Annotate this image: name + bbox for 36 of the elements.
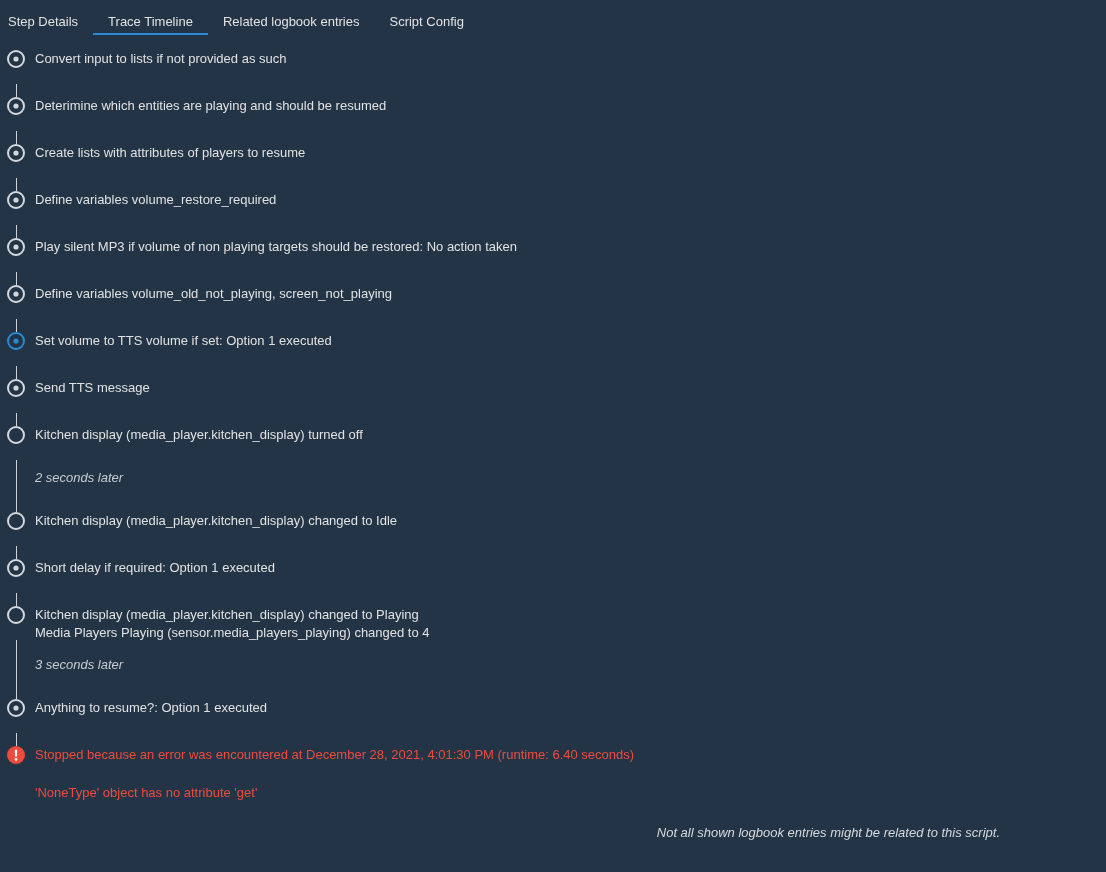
step-label[interactable]: Play silent MP3 if volume of non playing targets should be restored: No action taken bbox=[35, 238, 517, 256]
timeline-line bbox=[15, 733, 17, 746]
event-label: Kitchen display (media_player.kitchen_display) changed to Idle bbox=[35, 512, 398, 530]
step-label[interactable]: Define variables volume_old_not_playing, screen_not_playing bbox=[35, 285, 392, 303]
tab[interactable]: Related logbook entries bbox=[207, 9, 375, 35]
timeline-line bbox=[15, 366, 17, 379]
timeline-line bbox=[15, 178, 17, 191]
timeline-line bbox=[15, 319, 17, 332]
tab[interactable]: Script Config bbox=[374, 9, 479, 35]
step-label[interactable]: Deterimine which entities are playing and should be resumed bbox=[35, 97, 387, 115]
timeline-line bbox=[15, 272, 17, 285]
timeline-line bbox=[15, 84, 17, 97]
step-label[interactable]: Define variables volume_restore_required bbox=[35, 191, 277, 209]
error-detail: 'NoneType' object has no attribute 'get' bbox=[35, 784, 258, 802]
step-label[interactable]: Convert input to lists if not provided as such bbox=[35, 50, 287, 68]
time-gap-label: 2 seconds later bbox=[35, 469, 124, 487]
event-label: Media Players Playing (sensor.media_players_playing) changed to 4 bbox=[35, 624, 430, 642]
tab[interactable]: Step Details bbox=[0, 9, 94, 35]
tab[interactable]: Trace Timeline bbox=[93, 9, 208, 35]
timeline-line bbox=[15, 593, 17, 606]
step-label[interactable]: Short delay if required: Option 1 executed bbox=[35, 559, 275, 577]
timeline-line bbox=[15, 413, 17, 426]
logbook-note: Not all shown logbook entries might be related to this script. bbox=[656, 824, 1000, 842]
step-label[interactable]: Anything to resume?: Option 1 executed bbox=[35, 699, 267, 717]
timeline-line bbox=[15, 546, 17, 559]
timeline-line bbox=[15, 460, 17, 512]
event-label: Kitchen display (media_player.kitchen_display) changed to Playing bbox=[35, 606, 420, 624]
step-label[interactable]: Create lists with attributes of players to resume bbox=[35, 144, 306, 162]
error-message: Stopped because an error was encountered at December 28, 2021, 4:01:30 PM (runtime: 6.40 seconds) bbox=[35, 746, 635, 764]
timeline-line bbox=[15, 225, 17, 238]
timeline-line bbox=[15, 640, 17, 699]
step-label[interactable]: Send TTS message bbox=[35, 379, 150, 397]
step-label[interactable]: Set volume to TTS volume if set: Option 1 executed bbox=[35, 332, 332, 350]
time-gap-label: 3 seconds later bbox=[35, 656, 124, 674]
event-label: Kitchen display (media_player.kitchen_display) turned off bbox=[35, 426, 363, 444]
timeline-line bbox=[15, 131, 17, 144]
